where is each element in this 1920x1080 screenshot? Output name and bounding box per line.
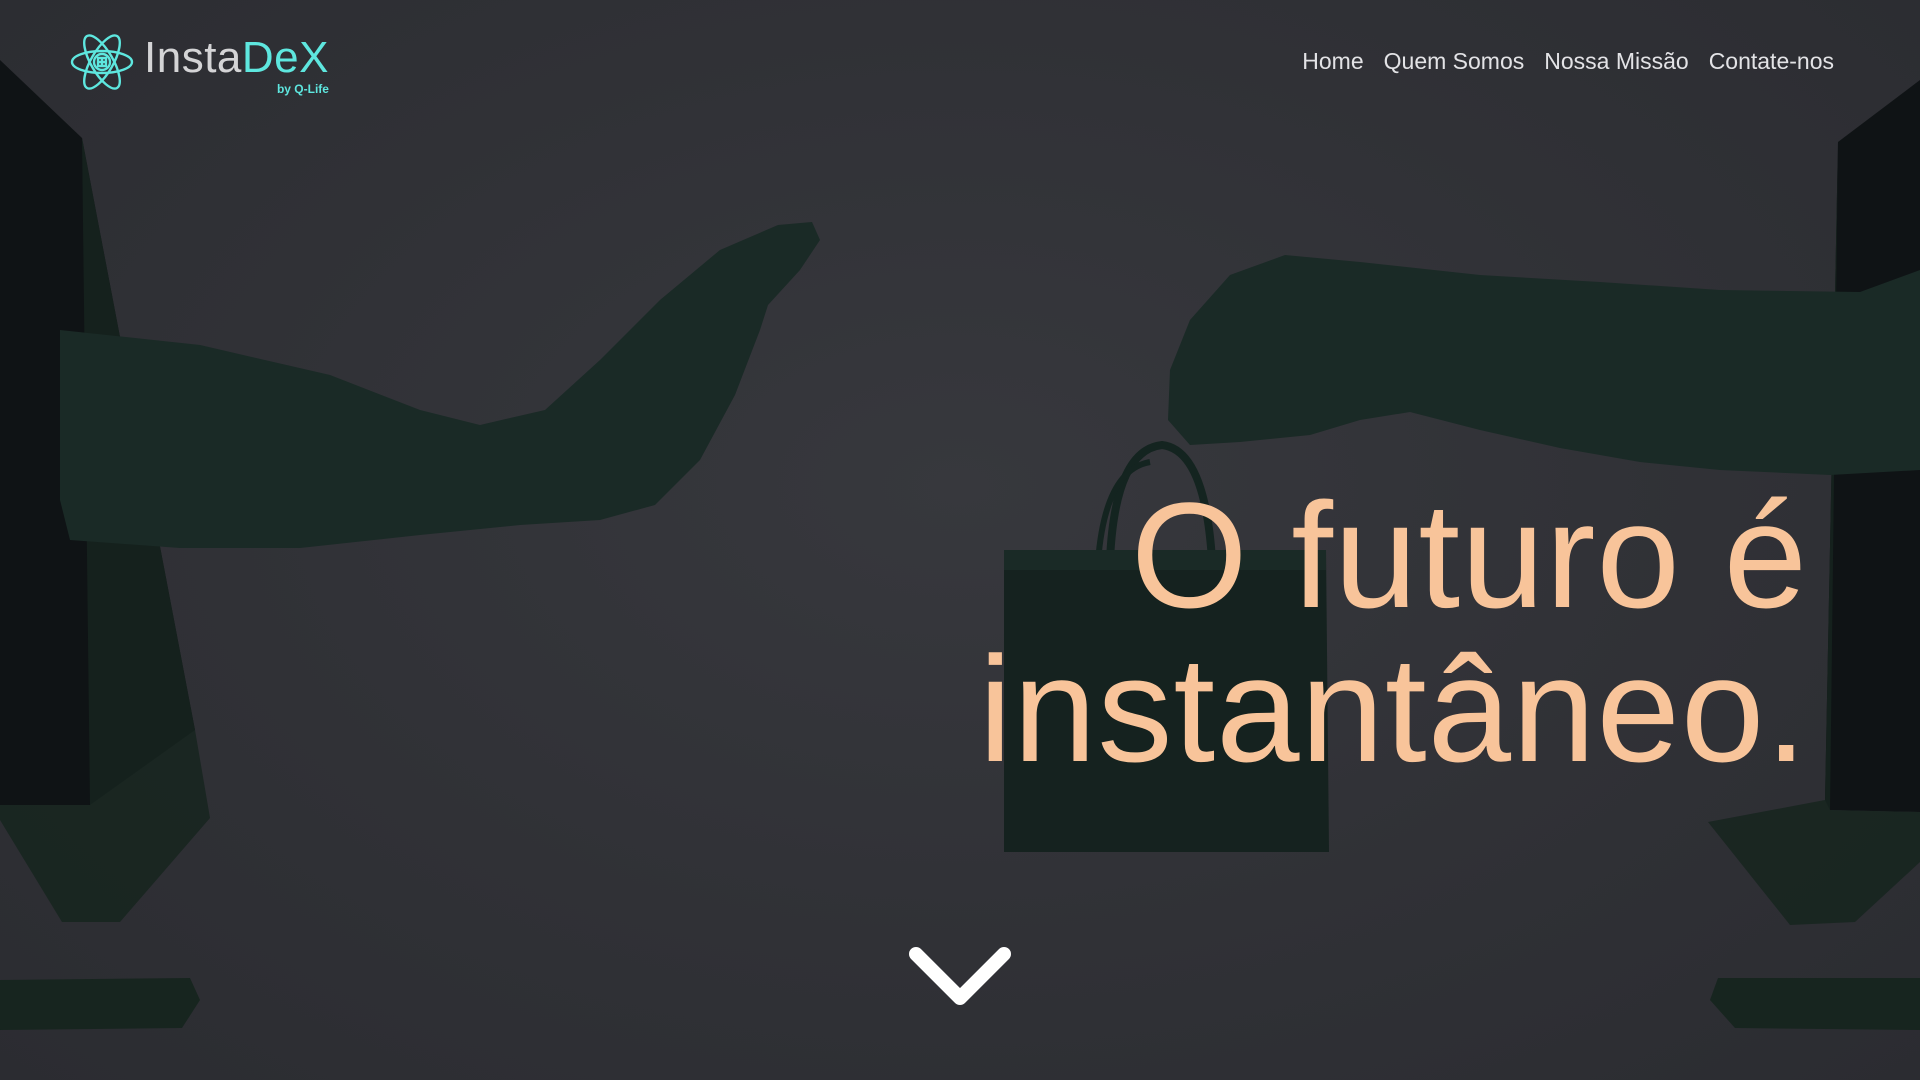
nav-link-home[interactable]: Home: [1302, 46, 1363, 76]
atom-icon: [70, 34, 134, 90]
hero-headline: O futuro é instantâneo.: [979, 478, 1808, 786]
nav-link-nossa-missao[interactable]: Nossa Missão: [1544, 46, 1688, 76]
right-arm-image: [1168, 255, 1920, 475]
nav-link-contate-nos[interactable]: Contate-nos: [1709, 46, 1834, 76]
hero-section: InstaDeX by Q-Life Home Quem Somos Nossa…: [0, 0, 1920, 1080]
brand-tagline: by Q-Life: [276, 82, 329, 96]
chevron-down-icon[interactable]: [906, 944, 1014, 1012]
brand-logo-link[interactable]: InstaDeX by Q-Life: [68, 28, 329, 96]
brand-name-part2: DeX: [241, 33, 329, 82]
brand-name: InstaDeX by Q-Life: [144, 33, 329, 97]
brand-name-part1: Insta: [144, 33, 242, 82]
site-header: InstaDeX by Q-Life Home Quem Somos Nossa…: [0, 0, 1920, 120]
hero-headline-line1: O futuro é: [1130, 471, 1808, 639]
nav-link-quem-somos[interactable]: Quem Somos: [1384, 46, 1525, 76]
left-arm-image: [60, 222, 820, 548]
main-navigation: Home Quem Somos Nossa Missão Contate-nos: [1302, 46, 1834, 76]
hero-headline-line2: instantâneo.: [978, 625, 1808, 793]
